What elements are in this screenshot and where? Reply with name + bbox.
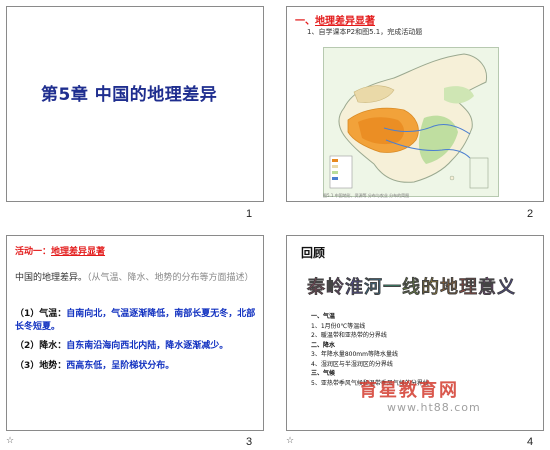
review-item: 1、1月份0℃等温线 xyxy=(311,322,366,330)
slide-thumbnail-3[interactable]: 活动一：地理差异显著 中国的地理差异。（从气温、降水、地势的分布等方面描述） （… xyxy=(6,235,264,431)
intro-paragraph: 中国的地理差异。（从气温、降水、地势的分布等方面描述） xyxy=(15,272,255,285)
slide-2-subtext: 1、自学课本P2和图5.1，完成活动题 xyxy=(307,28,423,36)
review-item: 3、年降水量800mm等降水量线 xyxy=(311,351,398,358)
slide-2-heading-prefix: 一、 xyxy=(295,16,315,27)
slide-2-heading: 一、地理差异显著 xyxy=(295,12,375,27)
activity-prefix: 活动一： xyxy=(15,247,52,257)
review-item: 2、暖温带和亚热带的分界线 xyxy=(311,332,387,339)
china-map-image xyxy=(323,47,499,197)
slide-number-3: 3 xyxy=(246,436,253,448)
answer-label: （2）降水： xyxy=(15,341,67,351)
review-section: 一、气温 xyxy=(311,313,336,320)
slide-1-title: 第5章 中国的地理差异 xyxy=(41,85,218,105)
animation-star-icon[interactable]: ☆ xyxy=(6,436,14,446)
slide-thumbnail-4[interactable]: 回顾 秦岭淮河一线的地理意义 一、气温 1、1月份0℃等温线 2、暖温带和亚热带… xyxy=(286,235,544,431)
watermark-url: www.ht88.com xyxy=(387,401,481,414)
slide-number-4: 4 xyxy=(527,436,534,448)
wordart-title: 秦岭淮河一线的地理意义 xyxy=(307,273,516,299)
slide-number-2: 2 xyxy=(527,208,534,220)
answer-label: （1）气温： xyxy=(15,309,67,319)
answer-text: 西高东低，呈阶梯状分布。 xyxy=(66,361,175,371)
slide-thumbnail-2[interactable]: 一、地理差异显著 1、自学课本P2和图5.1，完成活动题 图5.1 中国地形、资… xyxy=(286,6,544,202)
answer-item-precipitation: （2）降水：自东南沿海向西北内陆，降水逐渐减少。 xyxy=(15,340,259,353)
answer-item-terrain: （3）地势：西高东低，呈阶梯状分布。 xyxy=(15,360,259,373)
china-map-graphic xyxy=(324,48,498,196)
watermark-logo-text: 育星教育网 xyxy=(359,380,459,401)
activity-link[interactable]: 地理差异显著 xyxy=(51,247,105,257)
animation-star-icon[interactable]: ☆ xyxy=(286,436,294,446)
slide-2-heading-link[interactable]: 地理差异显著 xyxy=(315,16,375,27)
answer-item-temperature: （1）气温：自南向北，气温逐渐降低，南部长夏无冬，北部长冬短夏。 xyxy=(15,308,259,334)
slide-3-activity-heading: 活动一：地理差异显著 xyxy=(15,244,105,257)
answer-text: 自东南沿海向西北内陆，降水逐渐减少。 xyxy=(66,341,229,351)
wordart-text: 秦岭淮河一线的地理意义 xyxy=(307,277,516,298)
review-section: 二、降水 xyxy=(311,341,336,349)
answer-label: （3）地势： xyxy=(15,361,67,371)
intro-text: 中国的地理差异。 xyxy=(15,273,88,283)
slide-4-heading: 回顾 xyxy=(301,246,326,260)
map-caption: 图5.1 中国地形、资源等 分布与农业 分布的简图 xyxy=(323,193,410,198)
slide-thumbnail-1[interactable]: 第5章 中国的地理差异 xyxy=(6,6,264,202)
intro-hint: （从气温、降水、地势的分布等方面描述） xyxy=(87,273,254,283)
review-item: 4、湿润区与半湿润区的分界线 xyxy=(311,360,393,368)
slide-number-1: 1 xyxy=(246,208,253,220)
